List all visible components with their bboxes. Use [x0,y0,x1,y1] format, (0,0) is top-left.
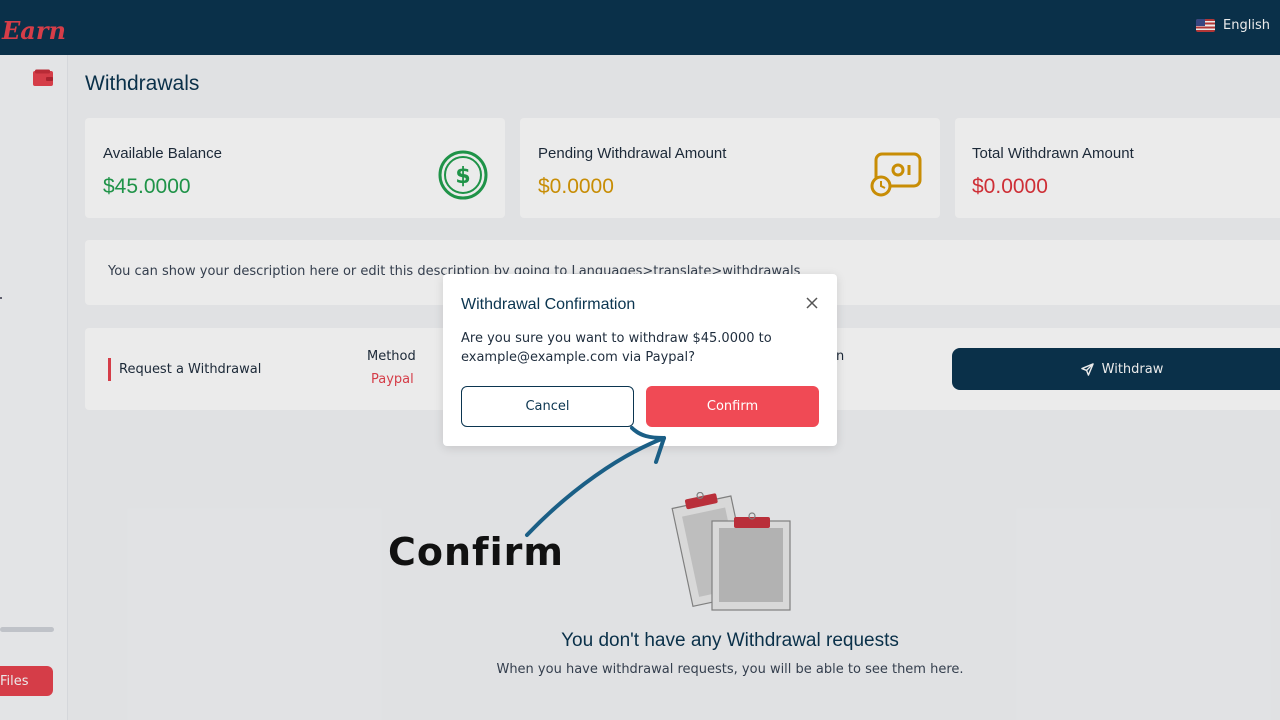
annotation-label: Confirm [388,530,564,574]
withdrawal-confirmation-modal: Withdrawal Confirmation Are you sure you… [443,274,837,446]
cancel-button[interactable]: Cancel [461,386,634,427]
modal-message: Are you sure you want to withdraw $45.00… [461,331,772,365]
confirm-button[interactable]: Confirm [646,386,819,427]
close-icon[interactable] [805,296,819,310]
modal-title: Withdrawal Confirmation [461,296,636,313]
